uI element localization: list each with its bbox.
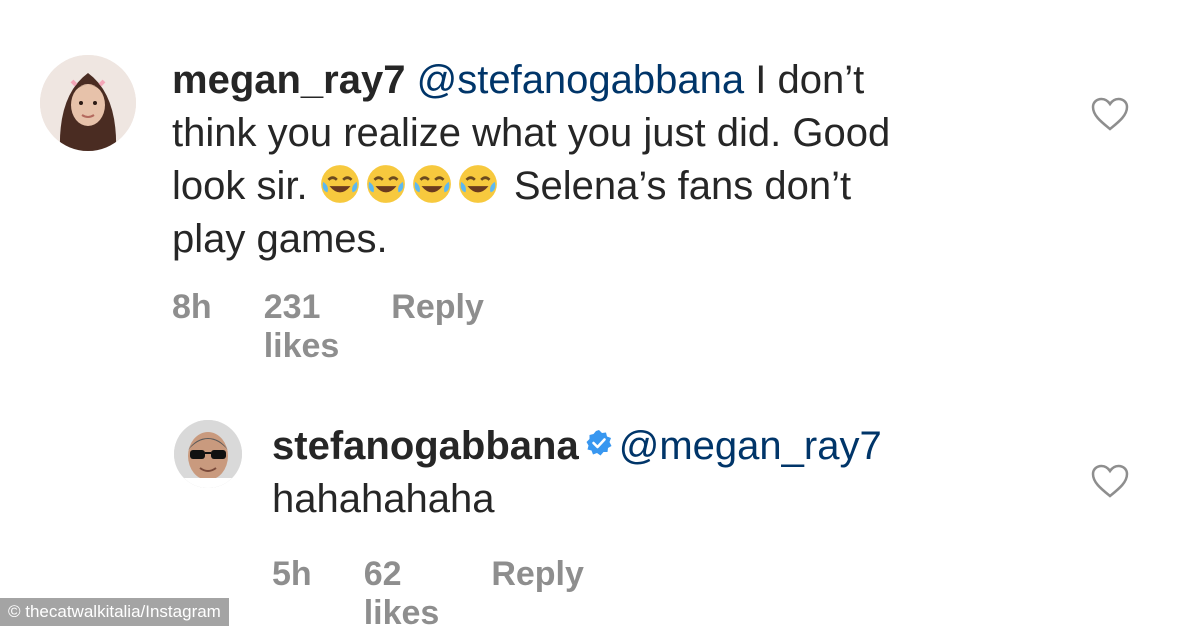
comment-mention[interactable]: @stefanogabbana <box>417 58 745 102</box>
comment-username[interactable]: stefanogabbana <box>272 424 579 468</box>
reply-button[interactable]: Reply <box>491 555 584 633</box>
comment-text: hahahahaha <box>272 477 495 521</box>
like-heart-icon[interactable] <box>1090 96 1130 137</box>
comment-username[interactable]: megan_ray7 <box>172 58 405 102</box>
image-credit-watermark: © thecatwalkitalia/Instagram <box>0 598 229 626</box>
verified-badge-icon <box>586 430 612 456</box>
comment-text: I don’t <box>744 58 865 102</box>
avatar-stefano[interactable] <box>174 420 242 488</box>
likes-count[interactable]: 231 likes <box>264 288 340 366</box>
avatar-megan[interactable] <box>40 55 136 151</box>
face-with-tears-of-joy-icon <box>458 165 497 203</box>
comment-mention[interactable]: @megan_ray7 <box>619 424 882 468</box>
comment-text: think you realize what you just did. Goo… <box>172 111 891 155</box>
face-with-tears-of-joy-icon <box>412 165 451 203</box>
comment-time: 5h <box>272 555 312 593</box>
comment-text: look sir. <box>172 164 319 208</box>
comment-time: 8h <box>172 288 212 326</box>
face-with-tears-of-joy-icon <box>366 165 405 203</box>
reply-button[interactable]: Reply <box>391 288 484 366</box>
face-with-tears-of-joy-icon <box>320 165 359 203</box>
likes-count[interactable]: 62 likes <box>364 555 440 633</box>
like-heart-icon[interactable] <box>1090 463 1130 504</box>
comment-text: Selena’s fans don’t <box>502 164 852 208</box>
comment-text: play games. <box>172 217 388 261</box>
emoji-group <box>319 164 503 208</box>
